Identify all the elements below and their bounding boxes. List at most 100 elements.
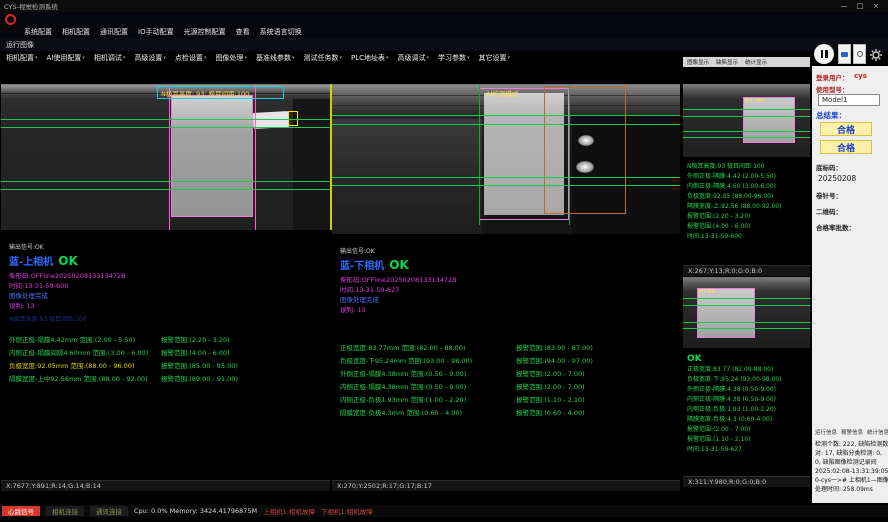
preview-line: 报警范围:(2.20 - 3.20) [687,212,806,222]
stats-line: 检测个数: 222, 缺陷检测数 [815,440,888,449]
tool-label: 学习参数 [438,53,466,63]
tool-baseline-params[interactable]: 基准线参数▾ [256,53,295,63]
lower-result-title: 蓝-下相机 OK [340,254,409,273]
maximize-icon[interactable]: □ [852,2,868,10]
stats-line: 对: 17, 缺陷分类检测: 0, [815,449,888,458]
camera-capture-button[interactable] [838,44,851,64]
measurement-text: 负极宽度-下95.24mm 范围:(93.00 - 98.00) [340,355,516,365]
tool-label: 其它设置 [479,53,507,63]
tool-advanced-debug[interactable]: 高级调试▾ [398,53,430,63]
cpu-memory-text: Cpu: 0.0% Memory: 3424.41796875M [134,507,257,515]
measurement-text: 外侧正极-隔膜4.42mm 范围:(2.00 - 5.50) [9,334,161,344]
info-tab-alarm[interactable]: 报警信息 [841,428,863,436]
info-tab-stats[interactable]: 统计信息 [867,428,888,436]
stats-line: 2025:02:08-13:31:39:05 [815,467,888,476]
overlay-numbers-label: 95 98 [699,289,715,295]
result-status: OK [389,258,409,272]
tool-bar: 相机配置▾ AI使用配置▾ 相机调试▾ 高级设置▾ 点检设置▾ 图像处理▾ 基准… [0,51,700,64]
preview-header-bar: 图像显示 缺陷显示 统计显示 [683,57,810,67]
workpiece [171,95,253,217]
measure-line [332,177,680,178]
pause-icon [821,50,824,58]
tool-advanced-settings[interactable]: 高级设置▾ [134,53,166,63]
close-icon[interactable]: × [868,2,884,10]
preview-line: 内侧正极-隔膜:4.60 (3.00-6.00) [687,182,806,192]
preview-line: 时间:13-31-59-627 [687,445,806,455]
preview-line: 时间:13-31-59-600 [687,232,806,242]
measure-line [1,181,330,182]
menu-item-system-config[interactable]: 系统配置 [24,27,52,37]
measurement-text: 隔膜宽度-上中92.56mm 范围:(88.00 - 92.00) [9,373,161,383]
tool-spot-check[interactable]: 点检设置▾ [175,53,207,63]
measurement-text: 正极宽度:83.77mm 范围:(82.00 - 88.00) [340,342,516,352]
alarm-range-text: 报警范围:(83.00 - 87.00) [516,342,593,352]
lower-camera-image[interactable]: AI检测模式 [332,84,680,234]
preview-lower-image[interactable]: 95 98 [683,277,810,348]
menu-item-comm-config[interactable]: 通讯配置 [100,27,128,37]
preview-lower-text: OK 正极宽度:83.77 (82.00-88.00) 负极宽度-下:95.24… [683,348,810,476]
result-badge-1: 合格 [820,122,872,136]
ai-mode-overlay-label: AI检测模式 [486,88,518,98]
preview-ok-status: OK [687,353,806,365]
preview-line: 负极宽度-下:95.24 (93.00-98.00) [687,375,806,385]
tool-learning-params[interactable]: 学习参数▾ [438,53,470,63]
model-select[interactable]: Model1 [818,94,880,106]
model-label: 使用型号： [816,84,849,94]
tab-run-image[interactable]: 运行图像 [6,40,34,50]
info-tab-run[interactable]: 运行信息 [815,428,837,436]
menu-item-camera-config[interactable]: 相机配置 [62,27,90,37]
tool-plc-address[interactable]: PLC地址表▾ [351,53,389,63]
status-bar: 心跳信号 相机连接 通讯连接 Cpu: 0.0% Memory: 3424.41… [0,505,888,517]
image-tool-button[interactable] [853,44,866,64]
preview-tab-image[interactable]: 图像显示 [687,58,709,66]
settings-gear-icon[interactable] [870,46,882,65]
measurement-row: 外侧正极-隔膜4.38mm 范围:(0.50 - 9.00) 报警范围:(2.0… [340,368,585,378]
minimize-icon[interactable]: — [836,2,852,10]
pixel-coords: X:267;Y:13;R:0;G:0;B:0 [688,267,762,275]
app-window: CYS-视觉检测系统 — □ × 系统配置 相机配置 通讯配置 IO手动配置 光… [0,0,888,522]
tool-test-tasks[interactable]: 测试任务数▾ [303,53,342,63]
tool-ai-config[interactable]: AI使用配置▾ [47,53,85,63]
measure-line [332,124,680,125]
alarm-range-text: 报警范围:(2.20 - 3.20) [161,334,230,344]
menu-item-io-manual-config[interactable]: IO手动配置 [138,27,174,37]
tool-label: 相机调试 [94,53,122,63]
result-value: 合格 [837,123,855,136]
measurement-row: 隔膜宽度-负极4.3mm 范围:(0.60 - 4.00) 报警范围:(0.60… [340,407,585,417]
chevron-down-icon: ▾ [339,55,342,61]
tool-camera-config[interactable]: 相机配置▾ [6,53,38,63]
measure-line [1,119,330,120]
process-text: 图像处理完成 [9,290,48,300]
tab-height-overlay-label: N极耳高度: 93; 极耳间距:100 [161,88,249,98]
result-value: 合格 [837,141,855,154]
upper-camera-image[interactable]: N极耳高度: 93; 极耳间距:100 [1,84,330,230]
pause-icon [825,50,828,58]
chevron-down-icon: ▾ [467,55,470,61]
menu-item-language-switch[interactable]: 系统语言切换 [260,27,302,37]
alarm-range-text: 报警范围:(4.00 - 6.00) [161,347,230,357]
pause-button[interactable] [814,44,834,64]
camera-title: 蓝-下相机 [340,261,384,272]
chevron-down-icon: ▾ [508,55,511,61]
login-label: 登录用户： [816,72,849,82]
chevron-down-icon: ▾ [244,55,247,61]
preview-tab-defect[interactable]: 缺陷显示 [716,58,738,66]
note-text: N极耳高度:93 极耳间距:100 [9,314,87,323]
info-tab-bar: 运行信息 报警信息 统计信息 [815,428,888,436]
edge-line-left [169,85,170,230]
preview-tab-stats[interactable]: 统计显示 [745,58,767,66]
menu-bar: 系统配置 相机配置 通讯配置 IO手动配置 光源控制配置 查看 系统语言切换 [0,26,888,38]
preview-upper-image[interactable]: 93 100 [683,84,810,157]
menu-item-light-control-config[interactable]: 光源控制配置 [184,27,226,37]
highlight-blob [578,135,594,146]
measurement-row: 负极宽度:92.05mm 范围:(88.00 - 96.00) 报警范围:(85… [9,360,238,370]
tool-other-settings[interactable]: 其它设置▾ [479,53,511,63]
tool-image-process[interactable]: 图像处理▾ [215,53,247,63]
tool-camera-debug[interactable]: 相机调试▾ [94,53,126,63]
measurement-text: 内侧正极-隔膜4.38mm 范围:(0.50 - 9.00) [340,381,516,391]
preview-line: 隔膜宽度-负极:4.3 (0.60-4.00) [687,415,806,425]
chevron-down-icon: ▾ [123,55,126,61]
menu-item-view[interactable]: 查看 [236,27,250,37]
preview-line: 报警范围:(2.00 - 7.00) [687,425,806,435]
camera-link-indicator: 相机连接 [46,506,84,516]
